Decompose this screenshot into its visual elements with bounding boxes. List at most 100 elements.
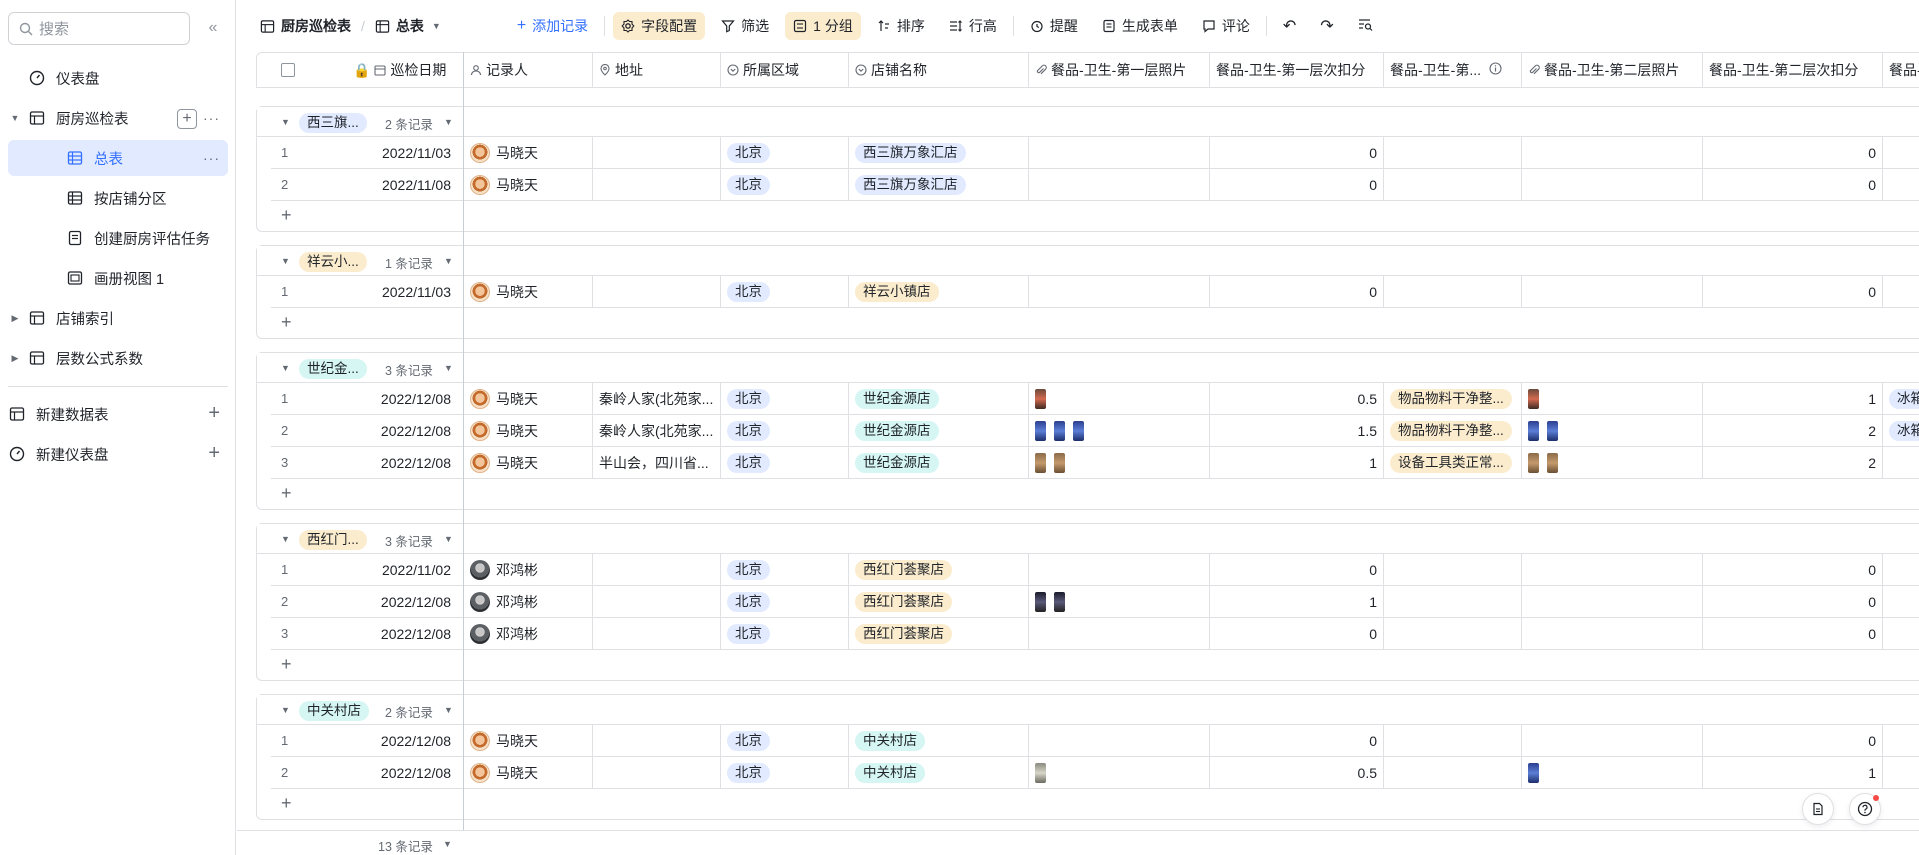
cell-s2[interactable]: 0 — [1703, 276, 1883, 307]
cell-p1[interactable] — [1029, 137, 1210, 168]
more-icon[interactable]: ··· — [203, 109, 220, 129]
field-config-button[interactable]: 字段配置 — [613, 12, 706, 40]
cell-p1[interactable] — [1029, 383, 1210, 414]
cell-r1[interactable] — [1384, 757, 1522, 788]
cell-addr[interactable]: 秦岭人家(北苑家... — [593, 383, 721, 414]
cell-extra[interactable] — [1883, 618, 1919, 649]
cell-p2[interactable] — [1522, 383, 1703, 414]
photo-thumbnail[interactable] — [1528, 388, 1539, 409]
cell-s1[interactable]: 0 — [1210, 725, 1384, 756]
chevron-down-icon[interactable]: ▼ — [444, 534, 453, 544]
view-switcher[interactable]: 总表 ▼ — [367, 12, 449, 40]
cell-person[interactable]: 马晓天 — [464, 169, 593, 200]
cell-s2[interactable]: 0 — [1703, 586, 1883, 617]
group-header[interactable]: ▼ 西三旗... 2 条记录 ▼ — [257, 107, 1919, 137]
cell-p2[interactable] — [1522, 554, 1703, 585]
cell-date[interactable]: 2022/12/08 — [347, 757, 464, 788]
cell-addr[interactable]: 半山会，四川省... — [593, 447, 721, 478]
chevron-down-icon[interactable]: ▼ — [444, 117, 453, 127]
undo-button[interactable]: ↶ — [1275, 12, 1304, 40]
cell-region[interactable]: 北京 — [721, 618, 849, 649]
photo-thumbnail[interactable] — [1054, 452, 1065, 473]
cell-person[interactable]: 马晓天 — [464, 447, 593, 478]
filter-button[interactable]: 筛选 — [713, 12, 777, 40]
collapse-caret-icon[interactable]: ▼ — [281, 534, 290, 544]
column-header-photo-1[interactable]: 餐品-卫生-第一层照片 — [1029, 53, 1210, 87]
cell-addr[interactable] — [593, 554, 721, 585]
photo-thumbnail[interactable] — [1054, 591, 1065, 612]
find-button[interactable] — [1350, 12, 1381, 40]
photo-thumbnail[interactable] — [1054, 420, 1065, 441]
cell-addr[interactable]: 秦岭人家(北苑家... — [593, 415, 721, 446]
cell-r1[interactable]: 设备工具类正常... — [1384, 447, 1522, 478]
cell-date[interactable]: 2022/12/08 — [347, 618, 464, 649]
photo-thumbnail[interactable] — [1035, 591, 1046, 612]
column-header-reason-1[interactable]: 餐品-卫生-第... — [1384, 53, 1522, 87]
cell-region[interactable]: 北京 — [721, 725, 849, 756]
group-header[interactable]: ▼ 世纪金... 3 条记录 ▼ — [257, 353, 1919, 383]
cell-region[interactable]: 北京 — [721, 276, 849, 307]
expand-caret-icon[interactable]: ▼ — [8, 113, 22, 123]
reminder-button[interactable]: 提醒 — [1022, 12, 1086, 40]
table-row[interactable]: 2 2022/12/08 邓鸿彬 北京 西红门荟聚店 1 0 — [271, 586, 1919, 618]
sidebar-item-shop-index[interactable]: ▶ 店铺索引 — [8, 300, 228, 336]
table-row[interactable]: 2 2022/12/08 马晓天 北京 中关村店 0.5 1 — [271, 757, 1919, 789]
cell-shop[interactable]: 世纪金源店 — [849, 447, 1029, 478]
table-row[interactable]: 1 2022/11/03 马晓天 北京 西三旗万象汇店 0 0 — [271, 137, 1919, 169]
cell-region[interactable]: 北京 — [721, 554, 849, 585]
chevron-down-icon[interactable]: ▼ — [444, 705, 453, 715]
cell-shop[interactable]: 世纪金源店 — [849, 383, 1029, 414]
cell-p1[interactable] — [1029, 618, 1210, 649]
more-icon[interactable]: ··· — [203, 149, 220, 167]
cell-r1[interactable] — [1384, 554, 1522, 585]
photo-thumbnail[interactable] — [1547, 452, 1558, 473]
cell-p1[interactable] — [1029, 586, 1210, 617]
add-row-button[interactable]: + — [271, 789, 1919, 819]
cell-date[interactable]: 2022/12/08 — [347, 415, 464, 446]
cell-person[interactable]: 马晓天 — [464, 415, 593, 446]
cell-p1[interactable] — [1029, 554, 1210, 585]
chevron-down-icon[interactable]: ▼ — [443, 839, 452, 849]
cell-shop[interactable]: 中关村店 — [849, 757, 1029, 788]
comment-button[interactable]: 评论 — [1194, 12, 1258, 40]
cell-p2[interactable] — [1522, 169, 1703, 200]
photo-thumbnail[interactable] — [1035, 420, 1046, 441]
column-header-address[interactable]: 地址 — [593, 53, 721, 87]
cell-s2[interactable]: 0 — [1703, 169, 1883, 200]
chevron-down-icon[interactable]: ▼ — [444, 363, 453, 373]
table-row[interactable]: 3 2022/12/08 马晓天 半山会，四川省... 北京 世纪金源店 1 设备工具类正常.… — [271, 447, 1919, 479]
sidebar-item-dashboard[interactable]: 仪表盘 — [8, 60, 228, 96]
cell-person[interactable]: 邓鸿彬 — [464, 554, 593, 585]
redo-button[interactable]: ↷ — [1312, 12, 1341, 40]
plus-icon[interactable]: + — [208, 403, 220, 423]
sidebar-item-kitchen-table[interactable]: ▼ 厨房巡检表 + ··· — [8, 100, 228, 136]
group-header[interactable]: ▼ 中关村店 2 条记录 ▼ — [257, 695, 1919, 725]
cell-extra[interactable] — [1883, 586, 1919, 617]
cell-person[interactable]: 邓鸿彬 — [464, 618, 593, 649]
help-button[interactable] — [1849, 793, 1881, 825]
cell-date[interactable]: 2022/11/02 — [347, 554, 464, 585]
add-view-button[interactable]: + — [177, 109, 197, 129]
cell-s2[interactable]: 2 — [1703, 415, 1883, 446]
cell-shop[interactable]: 西红门荟聚店 — [849, 618, 1029, 649]
cell-person[interactable]: 马晓天 — [464, 383, 593, 414]
cell-s2[interactable]: 0 — [1703, 618, 1883, 649]
cell-p2[interactable] — [1522, 276, 1703, 307]
column-header-score-2[interactable]: 餐品-卫生-第二层次扣分 — [1703, 53, 1883, 87]
table-row[interactable]: 2 2022/12/08 马晓天 秦岭人家(北苑家... 北京 世纪金源店 1.5 物品物料干… — [271, 415, 1919, 447]
collapse-caret-icon[interactable]: ▼ — [281, 705, 290, 715]
cell-p2[interactable] — [1522, 586, 1703, 617]
plus-icon[interactable]: + — [208, 443, 220, 463]
cell-shop[interactable]: 中关村店 — [849, 725, 1029, 756]
column-header-shop[interactable]: 店铺名称 — [849, 53, 1029, 87]
cell-p2[interactable] — [1522, 725, 1703, 756]
info-icon[interactable] — [1489, 62, 1502, 78]
cell-extra[interactable] — [1883, 137, 1919, 168]
collapse-sidebar-icon[interactable]: « — [203, 18, 223, 38]
group-button[interactable]: 1 分组 — [785, 12, 861, 40]
cell-date[interactable]: 2022/12/08 — [347, 725, 464, 756]
cell-p1[interactable] — [1029, 169, 1210, 200]
cell-s1[interactable]: 0 — [1210, 276, 1384, 307]
cell-addr[interactable] — [593, 276, 721, 307]
cell-addr[interactable] — [593, 757, 721, 788]
